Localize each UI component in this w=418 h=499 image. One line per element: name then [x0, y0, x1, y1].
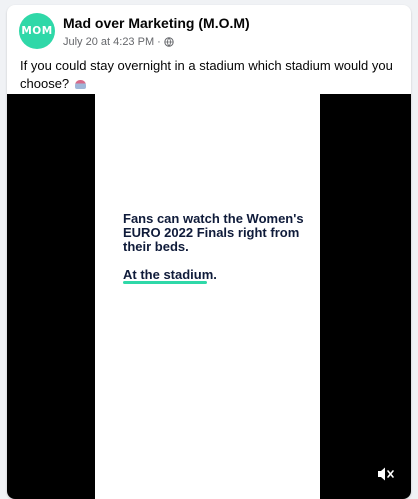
avatar-logo-text: MOM [21, 25, 53, 37]
mute-button[interactable] [376, 465, 396, 483]
post-card: MOM Mad over Marketing (M.O.M) July 20 a… [7, 5, 411, 499]
video-headline: Fans can watch the Women's EURO 2022 Fin… [123, 211, 304, 254]
meta-separator: · [157, 36, 161, 48]
video-player[interactable]: Fans can watch the Women's EURO 2022 Fin… [7, 94, 411, 499]
page-avatar[interactable]: MOM [19, 13, 55, 49]
tagline-underline [123, 281, 207, 284]
video-frame: Fans can watch the Women's EURO 2022 Fin… [95, 94, 320, 499]
video-tagline: At the stadium. [123, 267, 217, 282]
post-caption: If you could stay overnight in a stadium… [20, 57, 395, 93]
post-meta: July 20 at 4:23 PM · [63, 36, 174, 48]
globe-icon[interactable] [164, 37, 174, 47]
page-name-link[interactable]: Mad over Marketing (M.O.M) [63, 15, 250, 31]
speaker-muted-icon [378, 467, 394, 481]
post-timestamp[interactable]: July 20 at 4:23 PM [63, 36, 154, 48]
post-header: MOM Mad over Marketing (M.O.M) July 20 a… [19, 13, 401, 53]
stadium-emoji-icon [74, 80, 86, 89]
